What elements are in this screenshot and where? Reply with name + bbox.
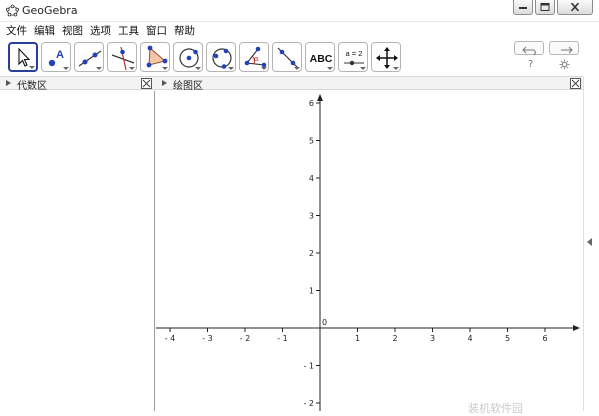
x-tick-label: 6 [542, 334, 547, 343]
collapse-arrow-icon[interactable] [6, 80, 11, 86]
dropdown-indicator-icon [162, 67, 168, 70]
dropdown-indicator-icon [360, 67, 366, 70]
dropdown-indicator-icon [393, 67, 399, 70]
y-axis-arrow [317, 94, 323, 101]
y-tick-label: 3 [309, 212, 314, 221]
algebra-view-close-button[interactable] [141, 78, 152, 89]
svg-text:α: α [254, 55, 259, 63]
dropdown-indicator-icon [261, 67, 267, 70]
close-button[interactable] [557, 0, 593, 15]
reflect-tool-button[interactable] [272, 42, 302, 72]
menu-bar: 文件 编辑 视图 选项 工具 窗口 帮助 [0, 22, 599, 39]
redo-icon [561, 46, 573, 54]
close-icon [571, 79, 580, 88]
x-tick-label: - 4 [165, 334, 176, 343]
close-icon [570, 3, 580, 11]
dropdown-indicator-icon [29, 66, 35, 69]
window-controls [513, 0, 593, 18]
x-tick-label: 2 [392, 334, 397, 343]
menu-view[interactable]: 视图 [62, 23, 83, 38]
x-tick-label: - 3 [202, 334, 213, 343]
dropdown-indicator-icon [228, 67, 234, 70]
algebra-view[interactable] [0, 91, 155, 411]
x-tick-label: 5 [505, 334, 510, 343]
svg-text:A: A [56, 49, 64, 61]
dropdown-indicator-icon [294, 67, 300, 70]
algebra-view-title: 代数区 [17, 81, 47, 92]
menu-help[interactable]: 帮助 [174, 23, 195, 38]
algebra-view-header: 代数区 [0, 76, 156, 92]
y-tick-label: 2 [309, 249, 314, 258]
slider-tool-label: a = 2 [346, 49, 363, 58]
graphics-view-title: 绘图区 [173, 81, 203, 92]
dropdown-indicator-icon [96, 67, 102, 70]
line-tool-button[interactable] [74, 42, 104, 72]
help-button[interactable]: ? [528, 59, 533, 70]
toolbar: A α ABC a = 2 ? [0, 39, 599, 76]
menu-options[interactable]: 选项 [90, 23, 111, 38]
chevron-left-icon [587, 238, 592, 246]
graphics-view[interactable]: - 4 - 3 - 2 - 1 1 2 3 4 5 6 6 5 4 3 2 1 - 1 - 2 0 [156, 91, 583, 411]
menu-file[interactable]: 文件 [6, 23, 27, 38]
y-tick-label: 6 [309, 99, 314, 108]
y-tick-label: - 1 [303, 362, 314, 371]
dropdown-indicator-icon [195, 67, 201, 70]
menu-edit[interactable]: 编辑 [34, 23, 55, 38]
text-tool-label: ABC [310, 53, 333, 65]
gear-icon[interactable] [559, 59, 570, 70]
y-tick-label: 4 [309, 174, 314, 183]
angle-tool-button[interactable]: α [239, 42, 269, 72]
geogebra-window: GeoGebra 文件 编辑 视图 选项 工具 窗口 帮助 A α ABC a … [0, 0, 599, 415]
maximize-button[interactable] [535, 0, 555, 15]
minimize-button[interactable] [513, 0, 533, 15]
geogebra-logo-icon [6, 4, 19, 17]
x-axis-arrow [573, 325, 580, 331]
watermark: 装机软件园 [468, 402, 523, 415]
text-tool-button[interactable]: ABC [305, 42, 335, 72]
conic-tool-button[interactable] [206, 42, 236, 72]
menu-window[interactable]: 窗口 [146, 23, 167, 38]
x-tick-label: 3 [430, 334, 435, 343]
x-tick-label: 1 [355, 334, 360, 343]
title-bar: GeoGebra [0, 0, 599, 22]
perpendicular-line-tool-button[interactable] [107, 42, 137, 72]
new-point-tool-button[interactable]: A [41, 42, 71, 72]
circle-tool-button[interactable] [173, 42, 203, 72]
graphics-view-close-button[interactable] [570, 78, 581, 89]
graphics-view-header: 绘图区 [156, 76, 583, 92]
side-panel-toggle[interactable] [583, 76, 599, 411]
redo-button[interactable] [549, 41, 579, 55]
undo-icon [522, 46, 536, 56]
undo-button[interactable] [514, 41, 544, 56]
y-tick-label: - 2 [303, 399, 314, 408]
x-tick-label: 4 [467, 334, 472, 343]
dropdown-indicator-icon [63, 67, 69, 70]
move-graphics-view-tool-button[interactable] [371, 42, 401, 72]
y-tick-label: 5 [309, 137, 314, 146]
y-tick-label: 1 [309, 287, 314, 296]
origin-label: 0 [322, 318, 327, 327]
x-tick-label: - 2 [240, 334, 251, 343]
minimize-icon [519, 7, 527, 9]
dropdown-indicator-icon [327, 67, 333, 70]
close-icon [142, 79, 151, 88]
maximize-icon [540, 3, 550, 11]
slider-tool-button[interactable]: a = 2 [338, 42, 368, 72]
x-tick-label: - 1 [277, 334, 288, 343]
collapse-arrow-icon[interactable] [162, 80, 167, 86]
window-title: GeoGebra [22, 4, 78, 17]
dropdown-indicator-icon [129, 67, 135, 70]
move-tool-button[interactable] [8, 42, 38, 72]
coordinate-axes: - 4 - 3 - 2 - 1 1 2 3 4 5 6 6 5 4 3 2 1 - 1 - 2 0 [156, 94, 580, 411]
polygon-tool-button[interactable] [140, 42, 170, 72]
menu-tools[interactable]: 工具 [118, 23, 139, 38]
